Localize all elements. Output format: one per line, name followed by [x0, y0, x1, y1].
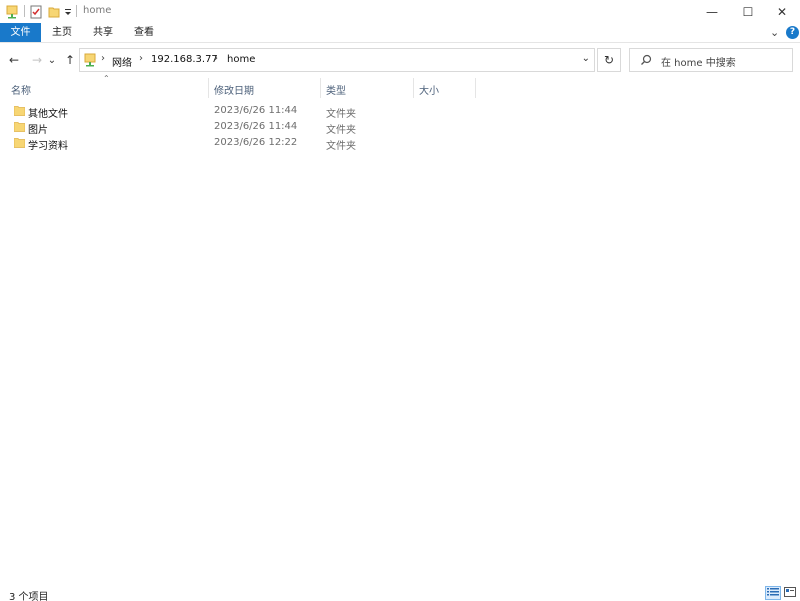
file-modified: 2023/6/26 12:22: [214, 137, 298, 148]
address-dropdown-button[interactable]: ⌄: [582, 53, 590, 64]
folder-icon: [13, 121, 26, 135]
column-header-size[interactable]: 大小: [419, 82, 439, 97]
tab-view[interactable]: 查看: [128, 23, 160, 42]
window-title: home: [83, 5, 112, 16]
column-divider[interactable]: [208, 78, 209, 98]
file-type: 文件夹: [326, 125, 356, 136]
ribbon-expand-icon[interactable]: ⌄: [770, 26, 779, 39]
maximize-button[interactable]: ☐: [730, 0, 766, 23]
new-folder-icon[interactable]: [47, 4, 61, 19]
file-name: 学习资料: [28, 141, 68, 152]
forward-button[interactable]: →: [29, 52, 45, 68]
breadcrumb-separator[interactable]: ›: [214, 53, 218, 64]
navigation-bar: ← → ⌄ ↑ › 网络 › 192.168.3.77 › home ⌄ ↻ 在…: [0, 45, 800, 75]
search-input[interactable]: 在 home 中搜索: [661, 54, 736, 69]
column-header-name[interactable]: 名称: [11, 82, 31, 97]
properties-icon[interactable]: [29, 4, 43, 19]
ribbon: 文件 主页 共享 查看 ⌄ ?: [0, 23, 800, 43]
folder-icon: [13, 137, 26, 151]
column-header-type[interactable]: 类型: [326, 82, 346, 97]
breadcrumb-separator[interactable]: ›: [139, 53, 143, 64]
column-divider[interactable]: [475, 78, 476, 98]
customize-quick-access-icon[interactable]: [63, 4, 73, 19]
file-type: 文件夹: [326, 141, 356, 152]
file-modified: 2023/6/26 11:44: [214, 105, 298, 116]
toolbar-separator: [24, 5, 25, 17]
list-item[interactable]: 学习资料 2023/6/26 12:22 文件夹: [0, 135, 800, 152]
breadcrumb-home[interactable]: home: [227, 54, 255, 65]
column-divider[interactable]: [413, 78, 414, 98]
close-button[interactable]: ✕: [764, 0, 800, 23]
search-box[interactable]: 在 home 中搜索: [629, 48, 793, 72]
search-icon: [640, 54, 652, 69]
column-divider[interactable]: [320, 78, 321, 98]
address-bar[interactable]: › 网络 › 192.168.3.77 › home ⌄: [79, 48, 595, 72]
breadcrumb-host[interactable]: 192.168.3.77: [151, 54, 218, 65]
up-button[interactable]: ↑: [62, 52, 78, 68]
minimize-button[interactable]: —: [694, 0, 730, 23]
large-icons-view-button[interactable]: [782, 586, 798, 600]
list-item[interactable]: 图片 2023/6/26 11:44 文件夹: [0, 119, 800, 136]
column-header-row: 名称 修改日期 类型 大小: [0, 78, 800, 98]
file-type: 文件夹: [326, 109, 356, 120]
title-bar: home — ☐ ✕: [0, 0, 800, 23]
recent-locations-button[interactable]: ⌄: [46, 52, 58, 68]
details-view-icon: [767, 587, 779, 600]
back-button[interactable]: ←: [6, 52, 22, 68]
folder-icon: [13, 105, 26, 119]
network-location-icon: [84, 53, 96, 70]
breadcrumb-separator[interactable]: ›: [101, 53, 105, 64]
tab-file[interactable]: 文件: [0, 23, 41, 42]
tab-home[interactable]: 主页: [46, 23, 78, 42]
status-item-count: 3 个项目: [9, 592, 49, 601]
toolbar-separator: [76, 5, 77, 17]
breadcrumb-network[interactable]: 网络: [112, 54, 132, 69]
column-header-modified[interactable]: 修改日期: [214, 82, 254, 97]
large-icons-view-icon: [784, 586, 796, 600]
list-item[interactable]: 其他文件 2023/6/26 11:44 文件夹: [0, 103, 800, 120]
file-modified: 2023/6/26 11:44: [214, 121, 298, 132]
help-icon[interactable]: ?: [786, 26, 799, 39]
file-name: 其他文件: [28, 109, 68, 120]
network-drive-icon[interactable]: [5, 4, 19, 19]
details-view-button[interactable]: [765, 586, 781, 600]
tab-share[interactable]: 共享: [87, 23, 119, 42]
file-name: 图片: [28, 125, 48, 136]
refresh-button[interactable]: ↻: [597, 48, 621, 72]
